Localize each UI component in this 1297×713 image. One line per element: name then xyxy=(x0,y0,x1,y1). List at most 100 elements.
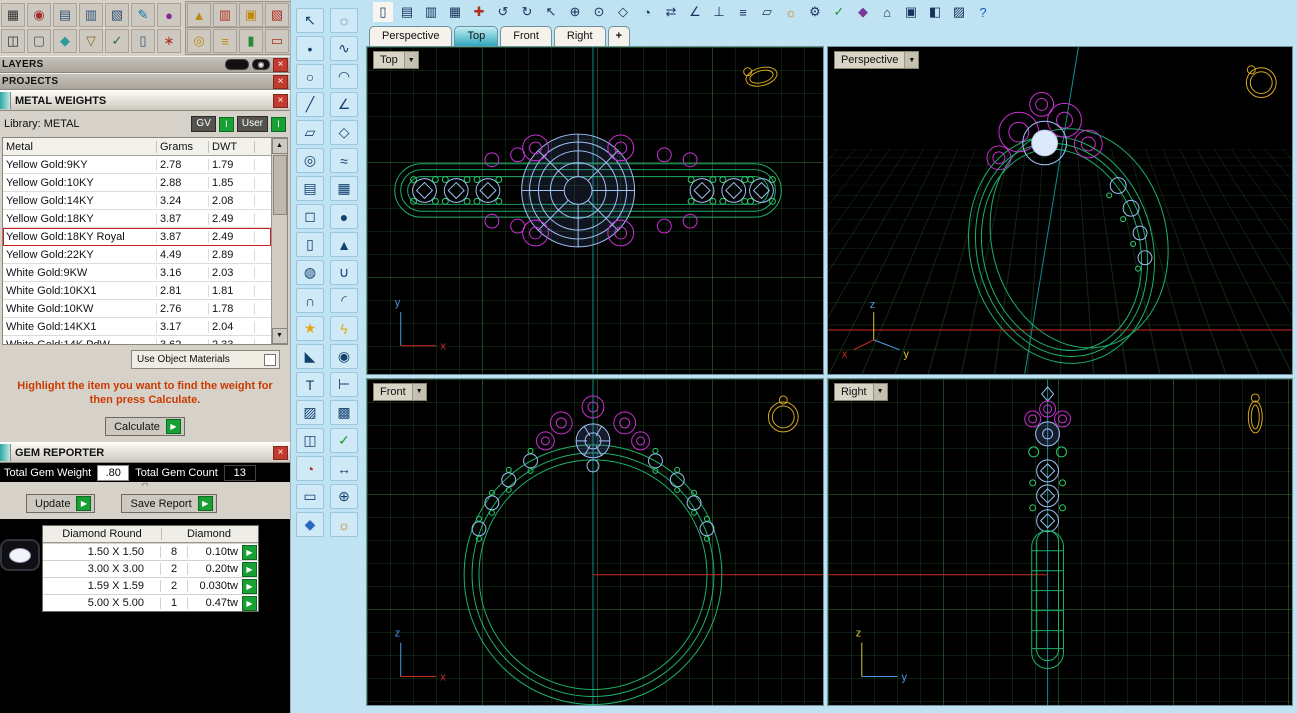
polygon-icon[interactable]: ◇ xyxy=(330,120,358,145)
box-icon[interactable]: ◻ xyxy=(296,204,324,229)
torus-icon[interactable]: ◍ xyxy=(296,260,324,285)
gem-row[interactable]: 5.00 X 5.00 1 0.47tw ▶ xyxy=(43,594,258,611)
viewport-top[interactable]: y x Top ▼ xyxy=(366,46,824,375)
cylinder-icon[interactable]: ▯ xyxy=(296,232,324,257)
metal-row[interactable]: Yellow Gold:10KY 2.88 1.85 xyxy=(3,174,271,192)
close-icon[interactable]: × xyxy=(273,93,288,108)
go-arrow-icon[interactable]: ▶ xyxy=(242,595,257,611)
help-icon[interactable]: ? xyxy=(973,2,993,22)
rotate-icon[interactable]: ◔ xyxy=(296,456,324,481)
flash-icon[interactable]: ϟ xyxy=(330,316,358,341)
gv-indicator[interactable]: I xyxy=(218,116,234,132)
split-icon[interactable]: ◫ xyxy=(296,428,324,453)
save-icon[interactable]: ▥ xyxy=(421,2,441,22)
ellipse-icon[interactable]: ◎ xyxy=(296,148,324,173)
helix-icon[interactable]: ≈ xyxy=(330,148,358,173)
rectangle-icon[interactable]: ▱ xyxy=(296,120,324,145)
open-icon[interactable]: ▤ xyxy=(397,2,417,22)
gem-row[interactable]: 3.00 X 3.00 2 0.20tw ▶ xyxy=(43,560,258,577)
cplane-icon[interactable]: ▱ xyxy=(757,2,777,22)
zoom-window-icon[interactable]: ⊙ xyxy=(589,2,609,22)
metal-row[interactable]: White Gold:10KX1 2.81 1.81 xyxy=(3,282,271,300)
star-icon[interactable]: ★ xyxy=(296,316,324,341)
metal-row[interactable]: Yellow Gold:14KY 3.24 2.08 xyxy=(3,192,271,210)
fillet-icon[interactable]: ◜ xyxy=(330,288,358,313)
check-v-icon[interactable]: ✓ xyxy=(105,29,129,53)
layers-swatch[interactable] xyxy=(225,59,249,70)
coins-icon[interactable]: ▣ xyxy=(239,3,263,27)
export-icon[interactable]: ▧ xyxy=(105,3,129,27)
close-icon[interactable]: × xyxy=(273,57,288,72)
move-icon[interactable]: ↔ xyxy=(330,456,358,481)
select-arrow-icon[interactable]: ↖ xyxy=(296,8,324,33)
mesh-icon[interactable]: ▦ xyxy=(330,176,358,201)
update-button[interactable]: Update ▶ xyxy=(26,494,96,513)
text-icon[interactable]: T xyxy=(296,372,324,397)
gem-tool-icon[interactable]: ◆ xyxy=(296,512,324,537)
grid-settings-icon[interactable]: ▣ xyxy=(901,2,921,22)
render-sun-icon[interactable]: ☼ xyxy=(330,512,358,537)
check-icon[interactable]: ✓ xyxy=(829,2,849,22)
hatch-icon[interactable]: ▨ xyxy=(296,400,324,425)
sphere-icon[interactable]: ● xyxy=(330,204,358,229)
metal-row[interactable]: Yellow Gold:9KY 2.78 1.79 xyxy=(3,156,271,174)
shade-icon[interactable]: ▨ xyxy=(949,2,969,22)
paste-icon[interactable]: ✚ xyxy=(469,2,489,22)
scroll-up-icon[interactable]: ▲ xyxy=(271,138,287,154)
metal-row-selected[interactable]: Yellow Gold:18KY Royal 3.87 2.49 xyxy=(3,228,271,246)
panel-grip[interactable] xyxy=(0,444,11,461)
point-icon[interactable]: • xyxy=(296,36,324,61)
col-metal[interactable]: Metal xyxy=(3,140,157,153)
split-view-icon[interactable]: ◧ xyxy=(925,2,945,22)
viewport-right[interactable]: z y Right ▼ xyxy=(826,377,1293,706)
gold-bars-icon[interactable]: ≡ xyxy=(213,29,237,53)
print-icon[interactable]: ▤ xyxy=(53,3,77,27)
tab-front[interactable]: Front xyxy=(500,26,552,46)
light-icon[interactable]: ☼ xyxy=(781,2,801,22)
arc-icon[interactable]: ◠ xyxy=(330,64,358,89)
metal-row[interactable]: White Gold:14K PdW 3.62 2.33 xyxy=(3,336,271,344)
add-tab-button[interactable]: + xyxy=(607,26,631,46)
layers-icon[interactable]: ≡ xyxy=(733,2,753,22)
go-arrow-icon[interactable]: ▶ xyxy=(242,544,257,560)
osnap-icon[interactable]: ⊕ xyxy=(330,484,358,509)
tab-top[interactable]: Top xyxy=(454,26,499,46)
home-icon[interactable]: ⌂ xyxy=(877,2,897,22)
swap-view-icon[interactable]: ⇄ xyxy=(661,2,681,22)
panel-grip[interactable] xyxy=(0,92,11,109)
zoom-extents-icon[interactable]: ⊕ xyxy=(565,2,585,22)
doc-icon[interactable]: ▯ xyxy=(131,29,155,53)
rotate-view-icon[interactable]: ◔ xyxy=(637,2,657,22)
scroll-down-icon[interactable]: ▼ xyxy=(271,328,287,344)
visibility-eye-icon[interactable]: ◉ xyxy=(252,59,270,70)
zoom-icon[interactable]: ◉ xyxy=(27,3,51,27)
panel-layout-icon[interactable]: ◫ xyxy=(1,29,25,53)
close-icon[interactable]: × xyxy=(273,445,288,460)
tab-right[interactable]: Right xyxy=(553,26,606,46)
redo-icon[interactable]: ↻ xyxy=(517,2,537,22)
import-icon[interactable]: ▥ xyxy=(79,3,103,27)
col-dwt[interactable]: DWT xyxy=(209,140,255,153)
go-arrow-icon[interactable]: ▶ xyxy=(242,561,257,577)
gem-row[interactable]: 1.50 X 1.50 8 0.10tw ▶ xyxy=(43,543,258,560)
cone-icon[interactable]: ▲ xyxy=(330,232,358,257)
pipe-icon[interactable]: ∪ xyxy=(330,260,358,285)
viewport-layout-icon[interactable]: ▦ xyxy=(1,3,25,27)
line-icon[interactable]: ╱ xyxy=(296,92,324,117)
go-arrow-icon[interactable]: ▶ xyxy=(242,578,257,594)
circle-icon[interactable]: ○ xyxy=(296,64,324,89)
gem-cube-icon[interactable]: ◆ xyxy=(53,29,77,53)
gv-button[interactable]: GV xyxy=(191,116,216,132)
metal-row[interactable]: Yellow Gold:22KY 4.49 2.89 xyxy=(3,246,271,264)
settings-gear-icon[interactable]: ⚙ xyxy=(805,2,825,22)
table-scrollbar[interactable]: ▲ ▼ xyxy=(271,138,287,344)
viewport-perspective[interactable]: z y x Perspective ▼ xyxy=(826,46,1293,375)
red-doc-icon[interactable]: ▧ xyxy=(265,3,289,27)
viewport-front[interactable]: z x Front ▼ xyxy=(366,377,824,706)
metal-table-header[interactable]: Metal Grams DWT xyxy=(3,138,271,156)
bead-column-icon[interactable]: ▮ xyxy=(239,29,263,53)
monitor-icon[interactable]: ▢ xyxy=(27,29,51,53)
material-icon[interactable]: ◆ xyxy=(853,2,873,22)
scroll-thumb[interactable] xyxy=(272,155,287,215)
viewport-label-perspective[interactable]: Perspective ▼ xyxy=(833,51,920,69)
